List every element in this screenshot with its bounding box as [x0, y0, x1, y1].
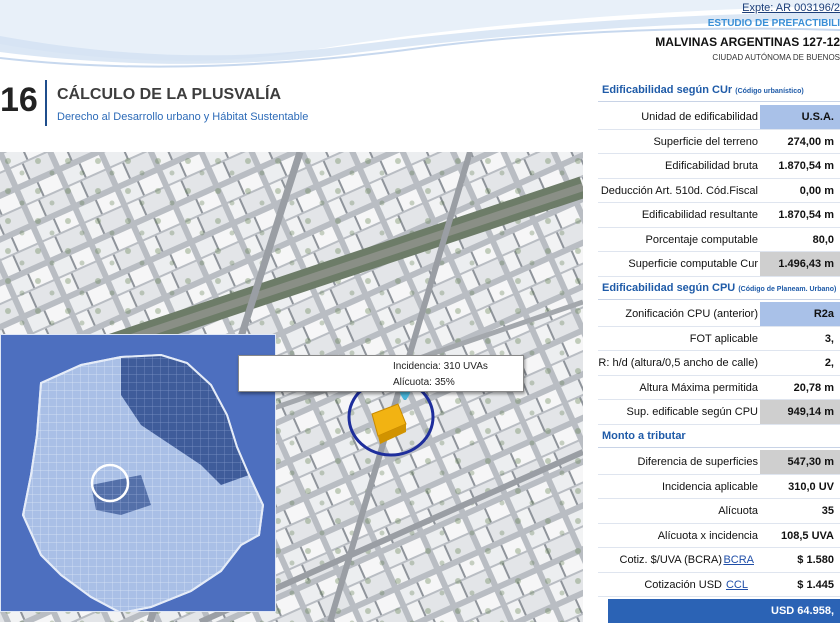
row-label: Altura Máxima permitida	[639, 381, 758, 394]
table-row: Cotiz. $/UVA (BCRA) BCRA $ 1.580	[598, 548, 840, 573]
row-label: FOT aplicable	[689, 332, 758, 345]
table-row: Alícuota x incidencia 108,5 UVA	[598, 524, 840, 548]
row-value: 1.496,43 m	[760, 252, 840, 276]
row-label: Diferencia de superficies	[637, 456, 758, 468]
row-label: Unidad de edificabilidad	[641, 111, 758, 123]
expediente-number: Expte: AR 003196/2	[742, 2, 840, 14]
cur-section-header: Edificabilidad según CUr (Código urbanís…	[598, 80, 840, 102]
row-value: 3,	[824, 332, 834, 345]
row-value: 949,14 m	[760, 400, 840, 424]
section-subtitle-text: Derecho al Desarrollo urbano y Hábitat S…	[57, 111, 309, 123]
total-amount: USD 64.958,	[608, 599, 840, 623]
section-subtitle: Derecho al Desarrollo urbano y Hábitat S…	[57, 111, 308, 123]
row-label: Sup. edificable según CPU	[626, 406, 758, 418]
cpu-section-header: Edificabilidad según CPU (Código de Plan…	[598, 278, 840, 300]
property-address: MALVINAS ARGENTINAS 127-12	[655, 35, 840, 49]
row-value: 108,5 UVA	[781, 529, 834, 542]
table-row: Alícuota 35	[598, 499, 840, 524]
table-row: FOT aplicable 3,	[598, 327, 840, 351]
callout-incidence: Incidencia: 310 UVAs	[393, 361, 488, 372]
table-row: Superficie computable Cur 1.496,43 m	[598, 252, 840, 277]
table-row: Incidencia aplicable 310,0 UV	[598, 475, 840, 499]
row-value: 547,30 m	[760, 450, 840, 474]
table-row: R: h/d (altura/0,5 ancho de calle) 2,	[598, 351, 840, 376]
row-label: Superficie computable Cur	[628, 258, 758, 270]
row-value: 310,0 UV	[788, 480, 834, 493]
row-value: 35	[821, 505, 834, 517]
row-label: R: h/d (altura/0,5 ancho de calle)	[598, 357, 758, 369]
row-value: $ 1.580	[797, 554, 834, 566]
table-row: Deducción Art. 510d. Cód.Fiscal 0,00 m	[598, 179, 840, 203]
monto-section-title: Monto a tributar	[602, 430, 686, 442]
row-label: Alícuota x incidencia	[657, 529, 758, 542]
row-label: Edificabilidad bruta	[665, 160, 758, 172]
row-value: 20,78 m	[793, 381, 834, 394]
row-label: Zonificación CPU (anterior)	[625, 308, 758, 320]
calculation-tables: Edificabilidad según CUr (Código urbanís…	[598, 80, 840, 625]
table-row: Porcentaje computable 80,0	[598, 228, 840, 252]
row-label: Edificabilidad resultante	[641, 209, 758, 221]
aerial-map: Incidencia: 310 UVAs Alícuota: 35%	[0, 152, 583, 622]
row-value: U.S.A.	[760, 105, 840, 129]
cpu-section-note: (Código de Planeam. Urbano)	[738, 286, 837, 293]
cur-section-note: (Código urbanístico)	[735, 88, 804, 95]
section-title: CÁLCULO DE LA PLUSVALÍA	[57, 86, 281, 103]
table-row: Diferencia de superficies 547,30 m	[598, 450, 840, 475]
row-label: Porcentaje computable	[645, 233, 758, 246]
section-divider	[45, 80, 47, 126]
row-value: 274,00 m	[787, 135, 834, 148]
table-row: Altura Máxima permitida 20,78 m	[598, 376, 840, 400]
city-name: CIUDAD AUTÓNOMA DE BUENOS	[712, 53, 840, 62]
table-row: Sup. edificable según CPU 949,14 m	[598, 400, 840, 425]
row-label: Cotiz. $/UVA (BCRA)	[619, 554, 723, 566]
row-value: 1.870,54 m	[778, 160, 834, 172]
callout-aliquot: Alícuota: 35%	[393, 377, 455, 388]
row-value: $ 1.445	[797, 578, 834, 591]
row-value: R2a	[760, 302, 840, 326]
document-header: Expte: AR 003196/2 ESTUDIO DE PREFACTIBI…	[600, 0, 840, 66]
incidence-callout: Incidencia: 310 UVAs Alícuota: 35%	[238, 355, 524, 392]
cur-section-title: Edificabilidad según CUr	[602, 84, 733, 96]
study-title: ESTUDIO DE PREFACTIBILI	[707, 18, 840, 29]
table-row: Superficie del terreno 274,00 m	[598, 130, 840, 154]
cpu-section-title: Edificabilidad según CPU	[602, 282, 736, 294]
row-label: Deducción Art. 510d. Cód.Fiscal	[600, 184, 758, 197]
row-label: Alícuota	[718, 505, 758, 517]
table-row: Zonificación CPU (anterior) R2a	[598, 302, 840, 327]
monto-section-header: Monto a tributar	[598, 426, 840, 448]
bcra-link[interactable]: BCRA	[723, 554, 754, 566]
table-row: Unidad de edificabilidad U.S.A.	[598, 105, 840, 130]
row-label: Cotización USD	[644, 578, 722, 591]
section-number: 16	[0, 81, 38, 119]
row-label: Incidencia aplicable	[661, 480, 758, 493]
row-value: 80,0	[812, 233, 834, 246]
table-row: Edificabilidad bruta 1.870,54 m	[598, 154, 840, 179]
city-inset-map	[0, 334, 276, 612]
row-value: 2,	[824, 357, 834, 369]
table-row: Edificabilidad resultante 1.870,54 m	[598, 203, 840, 228]
row-value: 1.870,54 m	[778, 209, 834, 221]
row-value: 0,00 m	[799, 184, 834, 197]
table-row: Cotización USD CCL $ 1.445	[598, 573, 840, 597]
row-label: Superficie del terreno	[653, 135, 758, 148]
ccl-link[interactable]: CCL	[726, 579, 748, 591]
city-inset-drawing	[21, 353, 265, 611]
